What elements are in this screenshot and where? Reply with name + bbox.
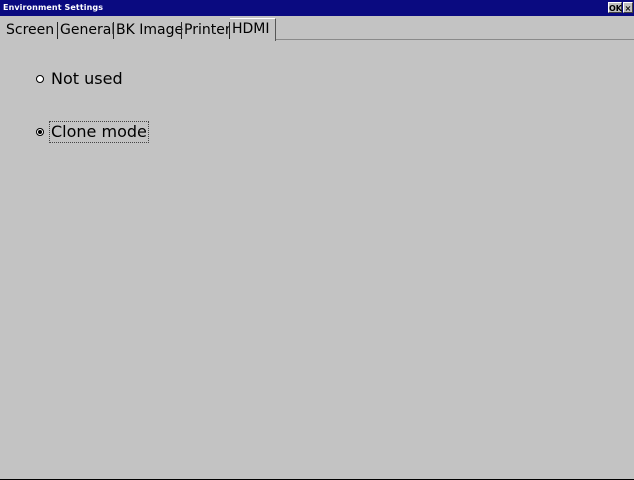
radio-label-clone-mode: Clone mode bbox=[49, 121, 149, 143]
tab-bar: Screen General BK Image Printer HDMI bbox=[0, 17, 634, 41]
tab-general[interactable]: General bbox=[58, 20, 117, 40]
radio-not-used[interactable]: Not used bbox=[36, 68, 124, 90]
tab-hdmi[interactable]: HDMI bbox=[230, 18, 276, 41]
close-button[interactable]: × bbox=[623, 2, 633, 13]
radio-checked-icon bbox=[36, 128, 44, 136]
title-bar: Environment Settings OK × bbox=[0, 0, 634, 16]
radio-unchecked-icon bbox=[36, 75, 44, 83]
radio-clone-mode[interactable]: Clone mode bbox=[36, 121, 149, 143]
tab-bar-divider bbox=[276, 39, 634, 40]
tab-screen[interactable]: Screen bbox=[4, 20, 56, 40]
radio-label-not-used: Not used bbox=[51, 69, 123, 88]
tab-bk-image[interactable]: BK Image bbox=[114, 20, 185, 40]
ok-button[interactable]: OK bbox=[608, 2, 622, 13]
environment-settings-window: Environment Settings OK × Screen General… bbox=[0, 0, 634, 480]
tab-printer[interactable]: Printer bbox=[182, 20, 233, 40]
window-title: Environment Settings bbox=[3, 3, 104, 12]
